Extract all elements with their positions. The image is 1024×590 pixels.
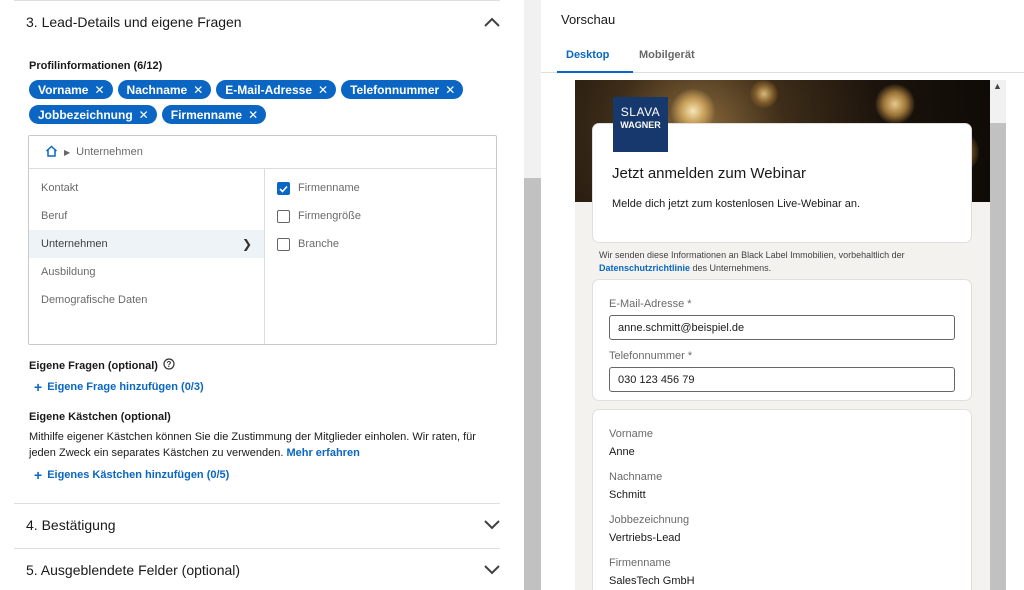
contact-fields-card: E-Mail-Adresse * Telefonnummer * [593, 280, 971, 400]
company-logo: SLAVA WAGNER [613, 97, 668, 152]
close-icon[interactable]: ✕ [193, 84, 203, 96]
category-unternehmen[interactable]: Unternehmen ❯ [29, 230, 264, 258]
pill-firmenname[interactable]: Firmenname ✕ [161, 105, 267, 124]
profile-pills-row-1: Vorname ✕ Nachname ✕ E-Mail-Adresse ✕ Telef… [29, 80, 464, 99]
option-list: Firmenname Firmengröße Branche [277, 182, 361, 266]
check-icon [279, 185, 288, 193]
email-field[interactable] [609, 315, 955, 340]
option-firmengroesse[interactable]: Firmengröße [277, 210, 361, 238]
section-divider [14, 548, 500, 549]
section-divider [14, 503, 500, 504]
form-header-card: SLAVA WAGNER Jetzt anmelden zum Webinar … [593, 97, 971, 242]
field-label: Vorname [609, 428, 654, 440]
close-icon[interactable]: ✕ [139, 109, 149, 121]
add-question-button[interactable]: + Eigene Frage hinzufügen (0/3) [34, 380, 204, 394]
breadcrumb-current: Unternehmen [76, 146, 143, 158]
category-ausbildung[interactable]: Ausbildung [29, 258, 264, 286]
pill-jobbezeichnung[interactable]: Jobbezeichnung ✕ [29, 105, 157, 124]
custom-boxes-heading: Eigene Kästchen (optional) [29, 411, 171, 423]
form-title: Jetzt anmelden zum Webinar [612, 165, 806, 182]
pill-email[interactable]: E-Mail-Adresse ✕ [216, 80, 337, 99]
pill-nachname[interactable]: Nachname ✕ [117, 80, 212, 99]
section-3-header[interactable]: 3. Lead-Details und eigene Fragen [26, 14, 500, 30]
tab-mobile[interactable]: Mobilgerät [639, 49, 695, 61]
field-label: Nachname [609, 471, 663, 483]
home-icon[interactable] [45, 144, 58, 160]
picker-divider [264, 169, 265, 344]
chevron-right-icon: ❯ [241, 237, 252, 251]
close-icon[interactable]: ✕ [318, 84, 328, 96]
plus-icon: + [34, 467, 43, 483]
preview-title: Vorschau [561, 12, 616, 27]
email-label: E-Mail-Adresse * [609, 298, 692, 310]
field-label: Jobbezeichnung [609, 514, 690, 526]
help-icon[interactable]: ? [163, 358, 175, 373]
checkbox[interactable] [277, 238, 290, 251]
bulb-glow [875, 84, 915, 124]
section-divider [14, 0, 500, 1]
learn-more-link[interactable]: Mehr erfahren [286, 447, 359, 459]
close-icon[interactable]: ✕ [248, 109, 258, 121]
chevron-down-icon[interactable] [484, 520, 500, 530]
add-box-button[interactable]: + Eigenes Kästchen hinzufügen (0/5) [34, 468, 229, 482]
privacy-notice: Wir senden diese Informationen an Black … [599, 250, 905, 273]
category-beruf[interactable]: Beruf [29, 202, 264, 230]
preview-panel: Vorschau Desktop Mobilgerät SLAVA WAGNER… [541, 0, 1024, 590]
form-subtitle: Melde dich jetzt zum kostenlosen Live-We… [612, 198, 861, 210]
bulb-glow [750, 80, 778, 108]
field-value: Anne [609, 446, 635, 458]
profile-info-heading: Profilinformationen (6/12) [29, 60, 163, 72]
field-value: Vertriebs-Lead [609, 532, 681, 544]
campaign-form-editor: 3. Lead-Details und eigene Fragen Profil… [0, 0, 524, 590]
option-firmenname[interactable]: Firmenname [277, 182, 361, 210]
chevron-down-icon[interactable] [484, 565, 500, 575]
pill-telefon[interactable]: Telefonnummer ✕ [341, 80, 464, 99]
field-value: SalesTech GmbH [609, 575, 695, 587]
close-icon[interactable]: ✕ [94, 84, 104, 96]
form-preview-frame: SLAVA WAGNER Jetzt anmelden zum Webinar … [575, 80, 990, 590]
section-3-title: 3. Lead-Details und eigene Fragen [26, 14, 242, 30]
category-kontakt[interactable]: Kontakt [29, 174, 264, 202]
preview-canvas: SLAVA WAGNER Jetzt anmelden zum Webinar … [541, 73, 1024, 590]
svg-text:?: ? [167, 360, 172, 369]
field-value: Schmitt [609, 489, 646, 501]
chevron-right-icon: ▶ [64, 147, 71, 157]
section-4-header[interactable]: 4. Bestätigung [26, 517, 500, 533]
profile-field-picker: ▶ Unternehmen Kontakt Beruf Unternehmen ❯… [28, 135, 497, 345]
pill-vorname[interactable]: Vorname ✕ [29, 80, 113, 99]
section-5-title: 5. Ausgeblendete Felder (optional) [26, 562, 241, 578]
chevron-up-icon[interactable] [484, 17, 500, 27]
left-scrollbar-thumb[interactable] [524, 178, 541, 590]
scroll-up-icon[interactable]: ▲ [993, 81, 1002, 91]
section-5-header[interactable]: 5. Ausgeblendete Felder (optional) [26, 562, 500, 578]
phone-field[interactable] [609, 367, 955, 392]
close-icon[interactable]: ✕ [445, 84, 455, 96]
profile-pills-row-2: Jobbezeichnung ✕ Firmenname ✕ [29, 105, 267, 124]
checkbox[interactable] [277, 210, 290, 223]
plus-icon: + [34, 379, 43, 395]
preview-tabs: Desktop Mobilgerät [541, 40, 1024, 73]
custom-questions-heading: Eigene Fragen (optional) ? [29, 358, 175, 373]
category-demografie[interactable]: Demografische Daten [29, 286, 264, 314]
option-branche[interactable]: Branche [277, 238, 361, 266]
checkbox-checked[interactable] [277, 182, 290, 195]
custom-boxes-description: Mithilfe eigener Kästchen können Sie die… [29, 431, 476, 459]
section-4-title: 4. Bestätigung [26, 517, 116, 533]
preview-scrollbar-thumb[interactable] [990, 123, 1006, 590]
phone-label: Telefonnummer * [609, 350, 693, 362]
field-label: Firmenname [609, 557, 671, 569]
profile-fields-card: Vorname Anne Nachname Schmitt Jobbezeich… [593, 410, 971, 590]
privacy-policy-link[interactable]: Datenschutzrichtlinie [599, 263, 690, 273]
breadcrumb: ▶ Unternehmen [29, 136, 496, 169]
category-list: Kontakt Beruf Unternehmen ❯ Ausbildung De… [29, 174, 264, 314]
tab-desktop[interactable]: Desktop [566, 49, 609, 61]
